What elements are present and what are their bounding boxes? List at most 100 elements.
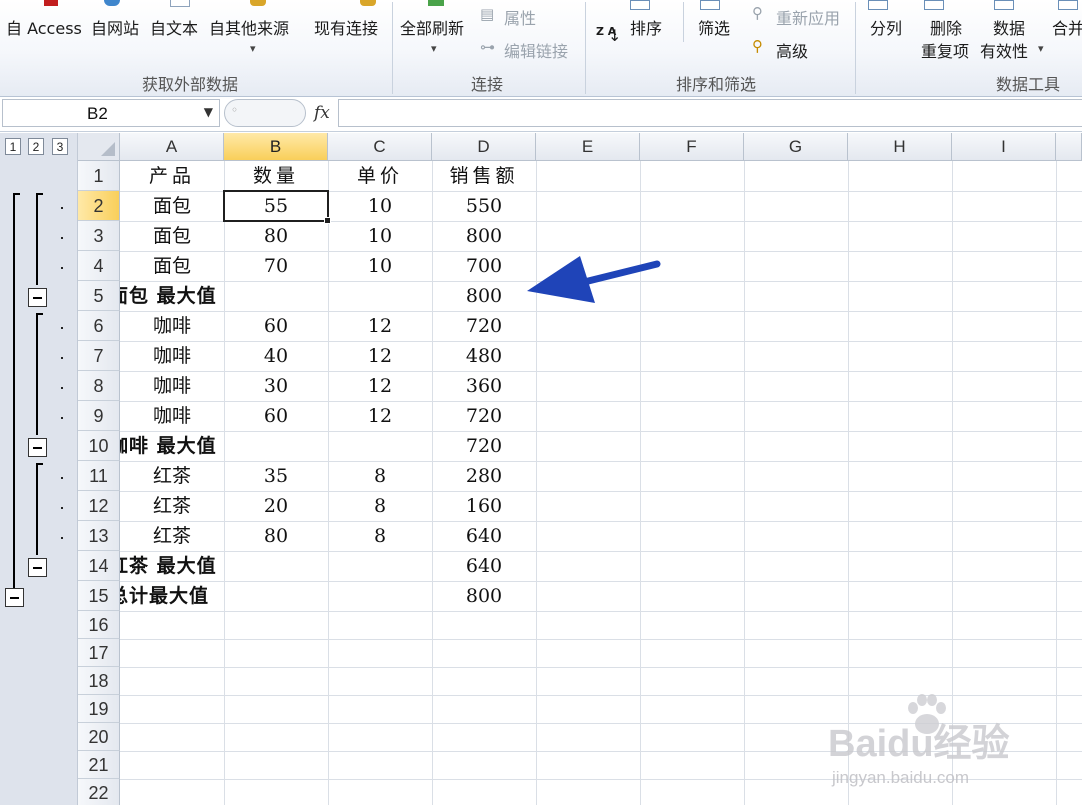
advanced-button[interactable]: 高级	[776, 38, 808, 62]
refresh-all-button[interactable]: 全部刷新	[400, 15, 464, 39]
collapse-group-bread-button[interactable]	[28, 288, 47, 307]
cell-d5[interactable]: 800	[432, 281, 536, 311]
cell-c6[interactable]: 12	[328, 311, 432, 341]
row-header[interactable]: 10	[78, 431, 120, 461]
cell-a10-subtotal-label[interactable]: 咖啡 最大值	[120, 431, 328, 461]
row-header[interactable]: 8	[78, 371, 120, 401]
cell-b6[interactable]: 60	[224, 311, 328, 341]
column-header-a[interactable]: A	[120, 133, 224, 161]
row-header[interactable]: 12	[78, 491, 120, 521]
cell-a11[interactable]: 红茶	[120, 461, 224, 491]
row-header[interactable]: 15	[78, 581, 120, 611]
existing-connections-button[interactable]: 现有连接	[314, 15, 378, 39]
cell-b12[interactable]: 20	[224, 491, 328, 521]
collapse-group-tea-button[interactable]	[28, 558, 47, 577]
row-header[interactable]: 13	[78, 521, 120, 551]
cell-b7[interactable]: 40	[224, 341, 328, 371]
cell-b8[interactable]: 30	[224, 371, 328, 401]
sort-button[interactable]: 排序	[630, 15, 662, 39]
cell-d13[interactable]: 640	[432, 521, 536, 551]
cell-a3[interactable]: 面包	[120, 221, 224, 251]
row-header[interactable]: 19	[78, 695, 120, 723]
row-header[interactable]: 20	[78, 723, 120, 751]
cell-a14-subtotal-label[interactable]: 红茶 最大值	[120, 551, 328, 581]
formula-bar-resize-handle[interactable]: ◦	[224, 99, 306, 127]
row-header[interactable]: 11	[78, 461, 120, 491]
row-header[interactable]: 18	[78, 667, 120, 695]
from-other-sources-button[interactable]: 自其他来源	[209, 15, 289, 39]
cell-c1[interactable]: 单价	[328, 161, 432, 191]
select-all-button[interactable]	[78, 133, 120, 161]
reapply-button[interactable]: 重新应用	[776, 5, 840, 29]
cell-d6[interactable]: 720	[432, 311, 536, 341]
cell-b13[interactable]: 80	[224, 521, 328, 551]
column-header-c[interactable]: C	[328, 133, 432, 161]
cell-d9[interactable]: 720	[432, 401, 536, 431]
cell-d11[interactable]: 280	[432, 461, 536, 491]
sort-za-icon[interactable]: Z A	[596, 26, 616, 37]
cell-c12[interactable]: 8	[328, 491, 432, 521]
column-header-partial[interactable]	[1056, 133, 1082, 161]
cell-a15-grand-total-label[interactable]: 总计最大值	[120, 581, 328, 611]
row-header[interactable]: 9	[78, 401, 120, 431]
text-to-columns-button[interactable]: 分列	[870, 15, 902, 39]
data-validation-button[interactable]: 数据	[993, 15, 1025, 39]
active-cell-b2[interactable]	[223, 190, 331, 224]
outline-level-3-button[interactable]: 3	[52, 138, 68, 155]
cell-a12[interactable]: 红茶	[120, 491, 224, 521]
name-box[interactable]: B2 ▼	[2, 99, 220, 127]
row-header[interactable]: 2	[78, 191, 120, 221]
cell-c9[interactable]: 12	[328, 401, 432, 431]
cell-c2[interactable]: 10	[328, 191, 432, 221]
row-header[interactable]: 4	[78, 251, 120, 281]
cell-d1[interactable]: 销售额	[432, 161, 536, 191]
row-header[interactable]: 6	[78, 311, 120, 341]
column-header-d[interactable]: D	[432, 133, 536, 161]
cell-b1[interactable]: 数量	[224, 161, 328, 191]
cell-d7[interactable]: 480	[432, 341, 536, 371]
row-header[interactable]: 17	[78, 639, 120, 667]
edit-links-button[interactable]: 编辑链接	[504, 38, 568, 62]
cell-c8[interactable]: 12	[328, 371, 432, 401]
cell-b9[interactable]: 60	[224, 401, 328, 431]
from-access-button[interactable]: 自 Access	[6, 15, 82, 39]
column-header-f[interactable]: F	[640, 133, 744, 161]
cell-d2[interactable]: 550	[432, 191, 536, 221]
column-header-b[interactable]: B	[224, 133, 328, 161]
from-web-button[interactable]: 自网站	[91, 15, 139, 39]
row-header[interactable]: 16	[78, 611, 120, 639]
cell-d12[interactable]: 160	[432, 491, 536, 521]
cell-d10[interactable]: 720	[432, 431, 536, 461]
cell-a2[interactable]: 面包	[120, 191, 224, 221]
properties-button[interactable]: 属性	[504, 5, 536, 29]
cell-c11[interactable]: 8	[328, 461, 432, 491]
chevron-down-icon[interactable]: ▼	[204, 105, 213, 119]
column-header-e[interactable]: E	[536, 133, 640, 161]
row-header[interactable]: 5	[78, 281, 120, 311]
row-header[interactable]: 14	[78, 551, 120, 581]
column-header-h[interactable]: H	[848, 133, 952, 161]
from-text-button[interactable]: 自文本	[150, 15, 198, 39]
formula-input[interactable]	[338, 99, 1082, 127]
cell-d14[interactable]: 640	[432, 551, 536, 581]
cell-a5-subtotal-label[interactable]: 面包 最大值	[120, 281, 328, 311]
cell-d15[interactable]: 800	[432, 581, 536, 611]
cell-d3[interactable]: 800	[432, 221, 536, 251]
cell-d8[interactable]: 360	[432, 371, 536, 401]
cell-a1[interactable]: 产品	[120, 161, 224, 191]
cell-a4[interactable]: 面包	[120, 251, 224, 281]
remove-duplicates-button[interactable]: 删除	[930, 15, 962, 39]
cell-a6[interactable]: 咖啡	[120, 311, 224, 341]
cell-b11[interactable]: 35	[224, 461, 328, 491]
column-header-g[interactable]: G	[744, 133, 848, 161]
column-header-i[interactable]: I	[952, 133, 1056, 161]
cell-a13[interactable]: 红茶	[120, 521, 224, 551]
cell-a8[interactable]: 咖啡	[120, 371, 224, 401]
row-header[interactable]: 3	[78, 221, 120, 251]
consolidate-button[interactable]: 合并	[1052, 15, 1082, 39]
cell-c13[interactable]: 8	[328, 521, 432, 551]
row-header[interactable]: 1	[78, 161, 120, 191]
cell-b3[interactable]: 80	[224, 221, 328, 251]
row-header[interactable]: 7	[78, 341, 120, 371]
collapse-grand-total-button[interactable]	[5, 588, 24, 607]
